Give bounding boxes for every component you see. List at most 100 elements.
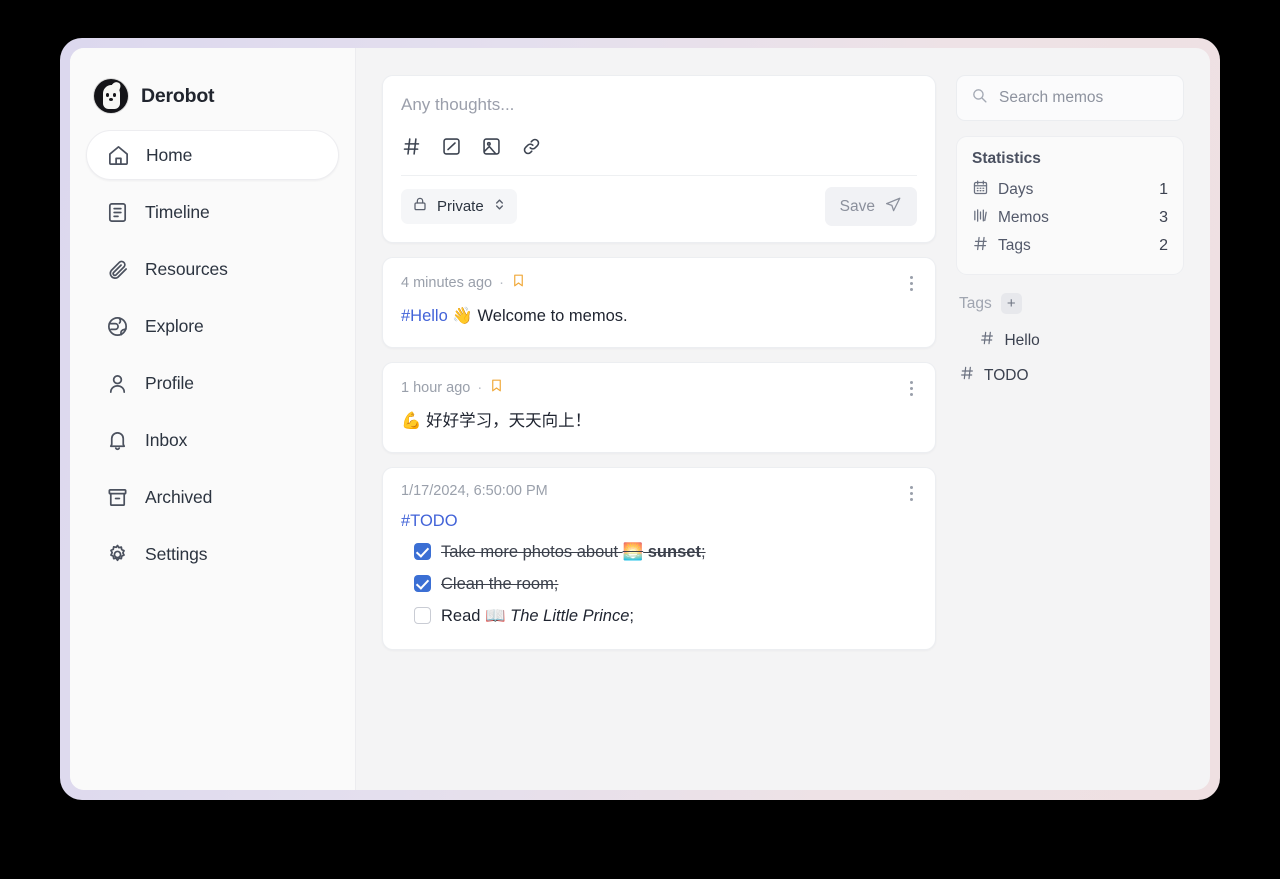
user-icon (106, 372, 129, 395)
sidebar-item-archived[interactable]: Archived (86, 472, 339, 522)
sidebar-item-inbox[interactable]: Inbox (86, 415, 339, 465)
task-checkbox-checked[interactable] (414, 543, 431, 561)
wave-emoji: 👋 (452, 306, 473, 325)
stat-label: Memos (998, 209, 1049, 226)
stat-row-memos[interactable]: Memos 3 (972, 204, 1168, 232)
lock-icon (412, 196, 428, 217)
save-button[interactable]: Save (824, 187, 917, 226)
search-input[interactable]: Search memos (956, 75, 1184, 121)
memo-timestamp: 1/17/2024, 6:50:00 PM (401, 483, 548, 500)
memo-menu-button[interactable] (901, 377, 921, 399)
derobot-avatar-icon (94, 79, 128, 113)
task-item[interactable]: Read 📖 The Little Prince; (401, 600, 917, 632)
sidebar-item-home[interactable]: Home (86, 130, 339, 180)
memo-menu-button[interactable] (901, 272, 921, 294)
bookmark-icon[interactable] (489, 378, 504, 398)
task-item[interactable]: Take more photos about 🌅 sunset; (401, 536, 917, 568)
book-emoji: 📖 (485, 605, 506, 625)
stat-row-tags[interactable]: Tags 2 (972, 232, 1168, 260)
editor-input[interactable]: Any thoughts... (401, 92, 917, 122)
calendar-icon (972, 179, 989, 201)
memo-text: 好好学习，天天向上！ (426, 412, 592, 431)
tag-item-hello[interactable]: Hello (959, 323, 1181, 358)
bookmark-icon[interactable] (511, 273, 526, 293)
task-label: Take more photos about 🌅 sunset; (441, 541, 706, 561)
search-icon (971, 87, 988, 109)
sidebar-item-settings[interactable]: Settings (86, 529, 339, 579)
sidebar-item-label: Profile (145, 372, 194, 393)
home-icon (107, 144, 130, 167)
stat-label: Tags (998, 237, 1031, 254)
app-window: Derobot Home Timeline Resources Explore … (70, 48, 1210, 790)
hash-icon (959, 330, 995, 351)
archive-icon (106, 486, 129, 509)
statistics-card: Statistics Days 1 Memos 3 Tags 2 (956, 136, 1184, 275)
tags-section: Tags + Hello TODO (956, 275, 1184, 393)
sidebar-item-label: Inbox (145, 429, 188, 450)
memo-card[interactable]: 1/17/2024, 6:50:00 PM #TODO Take more ph… (382, 467, 936, 650)
bell-icon (106, 429, 129, 452)
stat-row-days[interactable]: Days 1 (972, 176, 1168, 204)
memo-tag-link[interactable]: #TODO (401, 512, 458, 530)
memo-card[interactable]: 1 hour ago · 💪 好好学习，天天向上！ (382, 362, 936, 454)
sidebar-item-profile[interactable]: Profile (86, 358, 339, 408)
bars-icon (972, 207, 989, 229)
editor-toolbar (401, 122, 917, 176)
task-label: Read 📖 The Little Prince; (441, 605, 634, 625)
memo-tag-link[interactable]: #Hello (401, 307, 448, 325)
paperclip-icon (106, 258, 129, 281)
window-frame: Derobot Home Timeline Resources Explore … (60, 38, 1220, 800)
hash-icon (972, 235, 989, 257)
gear-icon (106, 543, 129, 566)
task-label: Clean the room; (441, 574, 559, 593)
save-label: Save (839, 197, 875, 215)
search-placeholder: Search memos (999, 89, 1104, 106)
brand[interactable]: Derobot (86, 74, 339, 118)
sidebar-item-label: Explore (145, 315, 204, 336)
sidebar: Derobot Home Timeline Resources Explore … (70, 48, 356, 790)
visibility-selector[interactable]: Private (401, 189, 517, 224)
tags-header: Tags + (959, 293, 1181, 314)
memo-column: Any thoughts... Private Save 4 minutes a… (382, 75, 936, 650)
editor-footer: Private Save (401, 176, 917, 232)
add-tag-button[interactable]: + (1000, 293, 1022, 314)
memo-menu-button[interactable] (901, 482, 921, 504)
tag-name: Hello (1004, 331, 1040, 349)
tag-name: TODO (984, 366, 1029, 384)
timeline-icon (106, 201, 129, 224)
memo-editor[interactable]: Any thoughts... Private Save (382, 75, 936, 243)
stat-value: 2 (1159, 237, 1168, 254)
sidebar-item-resources[interactable]: Resources (86, 244, 339, 294)
image-icon[interactable] (481, 136, 502, 162)
sidebar-item-explore[interactable]: Explore (86, 301, 339, 351)
tags-title: Tags (959, 294, 992, 312)
send-icon (884, 196, 902, 217)
globe-icon (106, 315, 129, 338)
chevron-up-down-icon (493, 197, 506, 217)
task-checkbox-unchecked[interactable] (414, 607, 431, 625)
tag-item-todo[interactable]: TODO (959, 358, 1181, 393)
right-sidebar: Search memos Statistics Days 1 Memos 3 T… (938, 48, 1210, 790)
stat-value: 3 (1159, 209, 1168, 226)
memo-header: 1 hour ago · (401, 378, 917, 398)
link-icon[interactable] (521, 136, 542, 162)
memo-header: 1/17/2024, 6:50:00 PM (401, 483, 917, 499)
sidebar-item-timeline[interactable]: Timeline (86, 187, 339, 237)
memo-timestamp: 4 minutes ago (401, 275, 493, 291)
memo-card[interactable]: 4 minutes ago · #Hello 👋 Welcome to memo… (382, 257, 936, 349)
checkbox-task-icon[interactable] (441, 136, 462, 162)
muscle-emoji: 💪 (401, 411, 422, 431)
main-content: Any thoughts... Private Save 4 minutes a… (356, 48, 938, 790)
task-item[interactable]: Clean the room; (401, 568, 917, 600)
memo-content: #TODO Take more photos about 🌅 sunset; C… (401, 508, 917, 631)
hash-icon[interactable] (401, 136, 422, 162)
task-checkbox-checked[interactable] (414, 575, 431, 593)
stat-label: Days (998, 181, 1034, 198)
hash-icon (959, 365, 975, 386)
memo-header: 4 minutes ago · (401, 273, 917, 293)
sidebar-item-label: Resources (145, 258, 228, 279)
brand-name: Derobot (141, 84, 215, 107)
sidebar-item-label: Settings (145, 543, 208, 564)
stat-value: 1 (1159, 181, 1168, 198)
memo-separator: · (499, 275, 504, 291)
